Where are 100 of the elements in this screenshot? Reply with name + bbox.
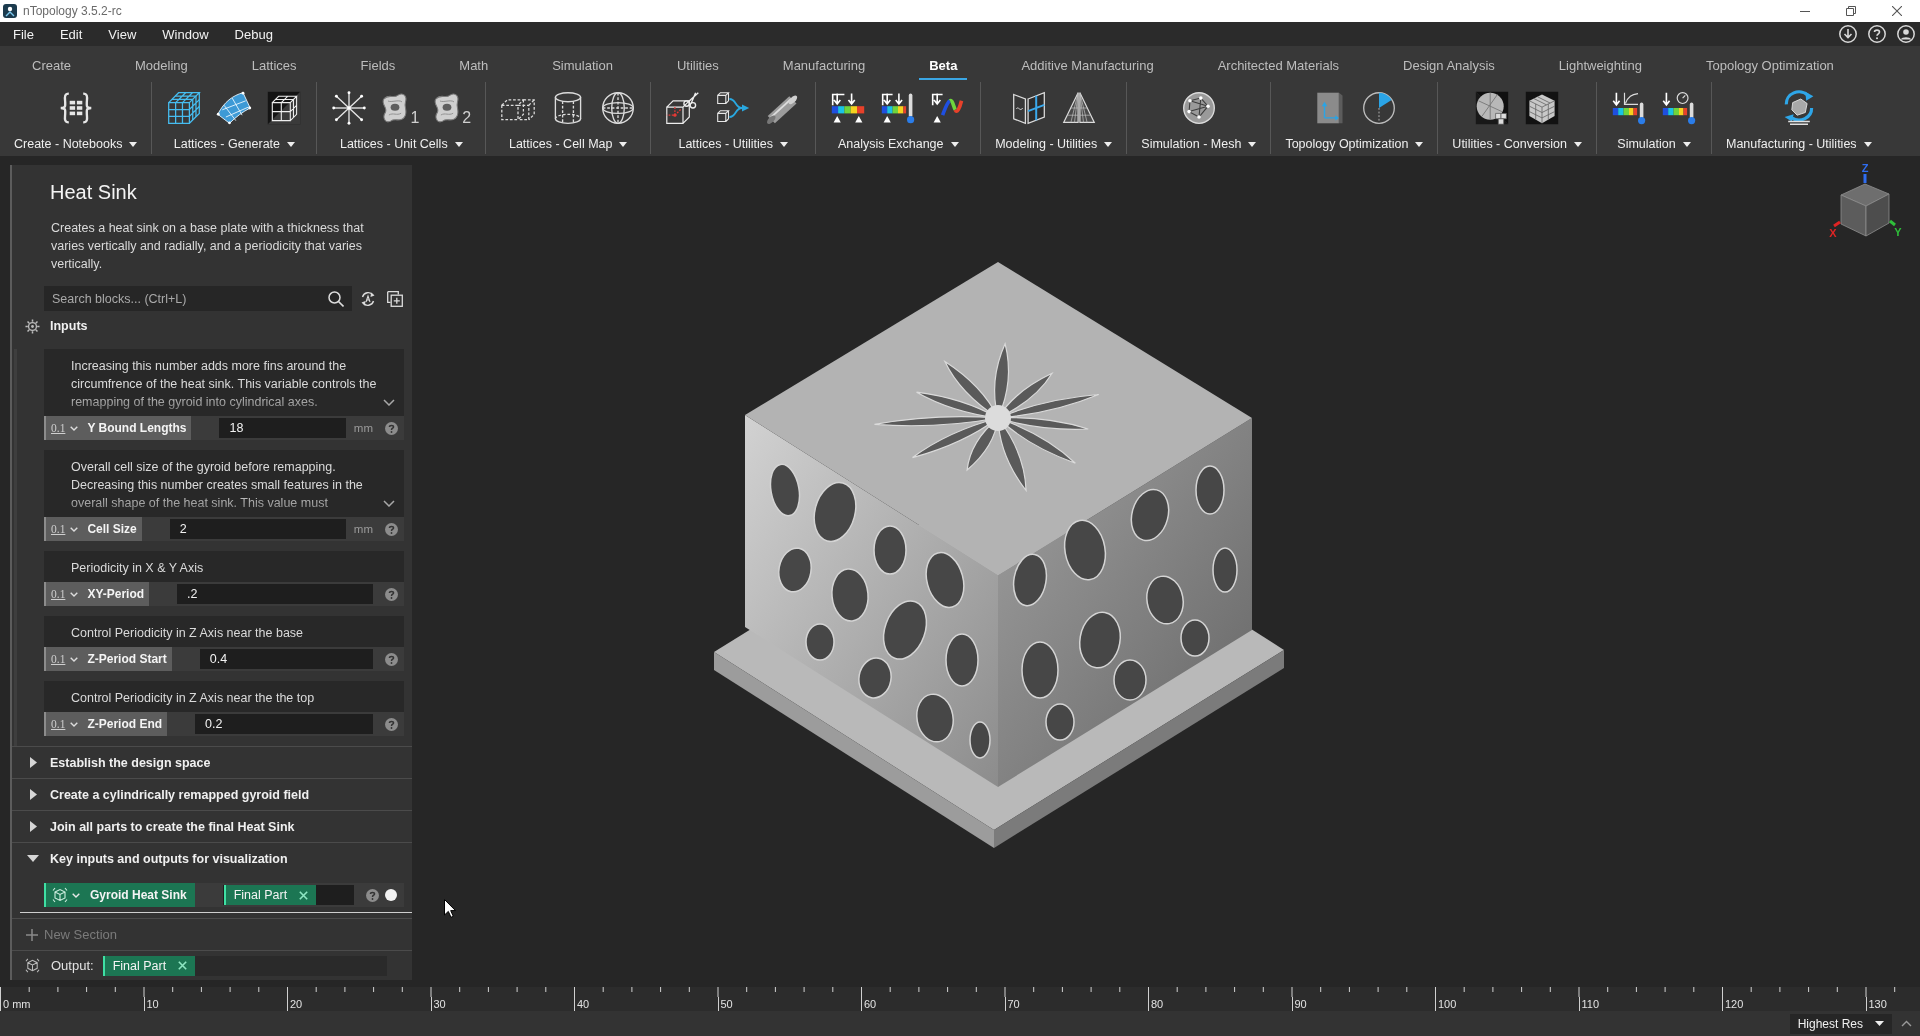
value-input[interactable]: 18 — [219, 418, 346, 438]
precision-dropdown[interactable]: 0.1 — [51, 653, 79, 665]
pyramid-icon — [1060, 90, 1097, 126]
help-icon[interactable] — [1868, 25, 1886, 43]
ribbon-tab[interactable]: Manufacturing — [750, 46, 898, 80]
ribbon-tab[interactable]: Architected Materials — [1185, 46, 1372, 80]
variable-description: Periodicity in X & Y Axis — [71, 560, 205, 577]
group-dropdown[interactable]: Simulation - Mesh — [1141, 137, 1257, 151]
tool-button[interactable] — [1524, 90, 1561, 126]
tool-button[interactable]: 2 — [433, 90, 472, 126]
tool-button[interactable] — [1611, 90, 1647, 126]
duplicate-plus-icon[interactable] — [387, 290, 403, 307]
value-input[interactable]: 0.4 — [199, 649, 373, 669]
caret-icon — [1682, 141, 1691, 147]
precision-dropdown[interactable]: 0.1 — [51, 588, 79, 600]
variable-description: Control Periodicity in Z Axis near the base — [71, 625, 305, 642]
ribbon-tab[interactable]: Additive Manufacturing — [989, 46, 1186, 80]
chevron-down-icon[interactable] — [383, 399, 395, 406]
chevron-down-icon — [70, 656, 79, 662]
output-field[interactable]: Final Part — [102, 955, 387, 976]
menu-item[interactable]: Window — [149, 22, 222, 46]
tool-button[interactable] — [1661, 90, 1697, 126]
grid-cube-icon — [166, 90, 203, 126]
ruler-label: 0 mm — [2, 998, 31, 1011]
ribbon-tab[interactable]: Fields — [328, 46, 428, 80]
precision-dropdown[interactable]: 0.1 — [51, 422, 79, 434]
tool-button[interactable]: 1 — [381, 90, 420, 126]
ruler-label: 60 — [863, 998, 877, 1011]
precision-dropdown[interactable]: 0.1 — [51, 523, 79, 535]
chevron-down-icon — [70, 526, 79, 532]
precision-dropdown[interactable]: 0.1 — [51, 718, 79, 730]
search-input[interactable]: Search blocks... (Ctrl+L) — [52, 288, 322, 309]
ribbon-tab[interactable]: Utilities — [644, 46, 751, 80]
view-cube[interactable] — [1840, 183, 1890, 237]
ribbon-tab[interactable]: Math — [427, 46, 521, 80]
group-dropdown[interactable]: Create - Notebooks — [14, 137, 138, 151]
ribbon-tab[interactable]: Modeling — [103, 46, 220, 80]
group-dropdown[interactable]: Lattices - Utilities — [678, 137, 788, 151]
ribbon-tab[interactable]: Create — [0, 46, 104, 80]
tool-button[interactable] — [1060, 90, 1097, 126]
group-dropdown[interactable]: Lattices - Cell Map — [508, 137, 628, 151]
value-input[interactable]: 0.2 — [195, 714, 373, 734]
menu-item[interactable]: File — [0, 22, 47, 46]
visibility-dot-icon[interactable] — [385, 889, 397, 901]
value-input[interactable]: .2 — [177, 584, 373, 604]
cube-icon — [25, 958, 40, 973]
account-icon[interactable] — [1897, 25, 1915, 43]
mesh-surface-icon — [216, 90, 253, 126]
tool-button[interactable] — [331, 90, 368, 126]
part-chip[interactable]: Final Part — [102, 955, 196, 976]
search-icon[interactable] — [328, 290, 344, 307]
ribbon-tab[interactable]: Lattices — [219, 46, 329, 80]
circular-arrows-icon[interactable] — [360, 290, 376, 307]
remove-icon[interactable] — [178, 961, 188, 970]
group-dropdown[interactable]: Simulation — [1617, 137, 1691, 151]
tool-button[interactable] — [1474, 90, 1511, 126]
tool-button[interactable] — [600, 90, 637, 126]
section-header[interactable]: Join all parts to create the final Heat Sink — [12, 811, 412, 842]
download-icon[interactable] — [1839, 25, 1857, 43]
search-field[interactable]: Search blocks... (Ctrl+L) — [44, 286, 352, 311]
ruler-label: 110 — [1580, 998, 1600, 1011]
group-dropdown[interactable]: Analysis Exchange — [837, 137, 959, 151]
caret-icon — [1104, 141, 1113, 147]
ribbon-tab[interactable]: Topology Optimization — [1673, 46, 1866, 80]
section-header[interactable]: Create a cylindrically remapped gyroid field — [12, 779, 412, 810]
sphere-grid-icon — [600, 90, 637, 126]
menu-item[interactable]: Debug — [221, 22, 286, 46]
menu-item[interactable]: View — [95, 22, 150, 46]
ribbon-tab[interactable]: Design Analysis — [1371, 46, 1527, 80]
part-chip[interactable]: Final Part — [223, 885, 317, 905]
remove-icon[interactable] — [299, 890, 309, 900]
chevron-down-icon[interactable] — [383, 500, 395, 507]
section-header[interactable]: Establish the design space — [12, 747, 412, 778]
group-dropdown[interactable]: Lattices - Unit Cells — [339, 137, 463, 151]
tool-button[interactable] — [266, 90, 303, 126]
group-dropdown[interactable]: Manufacturing - Utilities — [1726, 137, 1872, 151]
tool-button[interactable] — [1010, 90, 1047, 126]
tool-button[interactable] — [1361, 90, 1398, 126]
ribbon-tab[interactable]: Beta — [897, 46, 990, 80]
menu-item[interactable]: Edit — [46, 22, 96, 46]
tool-button[interactable] — [1180, 90, 1217, 126]
group-dropdown[interactable]: Utilities - Conversion — [1452, 137, 1582, 151]
resolution-dropdown[interactable]: Highest Res — [1789, 1013, 1892, 1034]
section-header[interactable]: Key inputs and outputs for visualization — [12, 843, 412, 874]
value-input[interactable]: 2 — [169, 519, 346, 539]
chevron-up-icon[interactable] — [1901, 1020, 1912, 1027]
ruler-label: 90 — [1293, 998, 1307, 1011]
tool-button[interactable] — [216, 90, 253, 126]
chevron-down-icon — [70, 721, 79, 727]
ribbon-tab[interactable]: Simulation — [520, 46, 645, 80]
ribbon-tab[interactable]: Lightweighting — [1526, 46, 1674, 80]
output-label: Output: — [51, 958, 94, 973]
group-dropdown[interactable]: Modeling - Utilities — [995, 137, 1113, 151]
ruler-label: 10 — [145, 998, 159, 1011]
strut-star-icon — [331, 90, 368, 126]
output-field[interactable]: Final Part — [222, 885, 354, 905]
group-dropdown[interactable]: Lattices - Generate — [173, 137, 296, 151]
caret-icon — [287, 141, 296, 147]
block-type-dropdown[interactable] — [52, 887, 80, 903]
group-dropdown[interactable]: Topology Optimization — [1285, 137, 1424, 151]
